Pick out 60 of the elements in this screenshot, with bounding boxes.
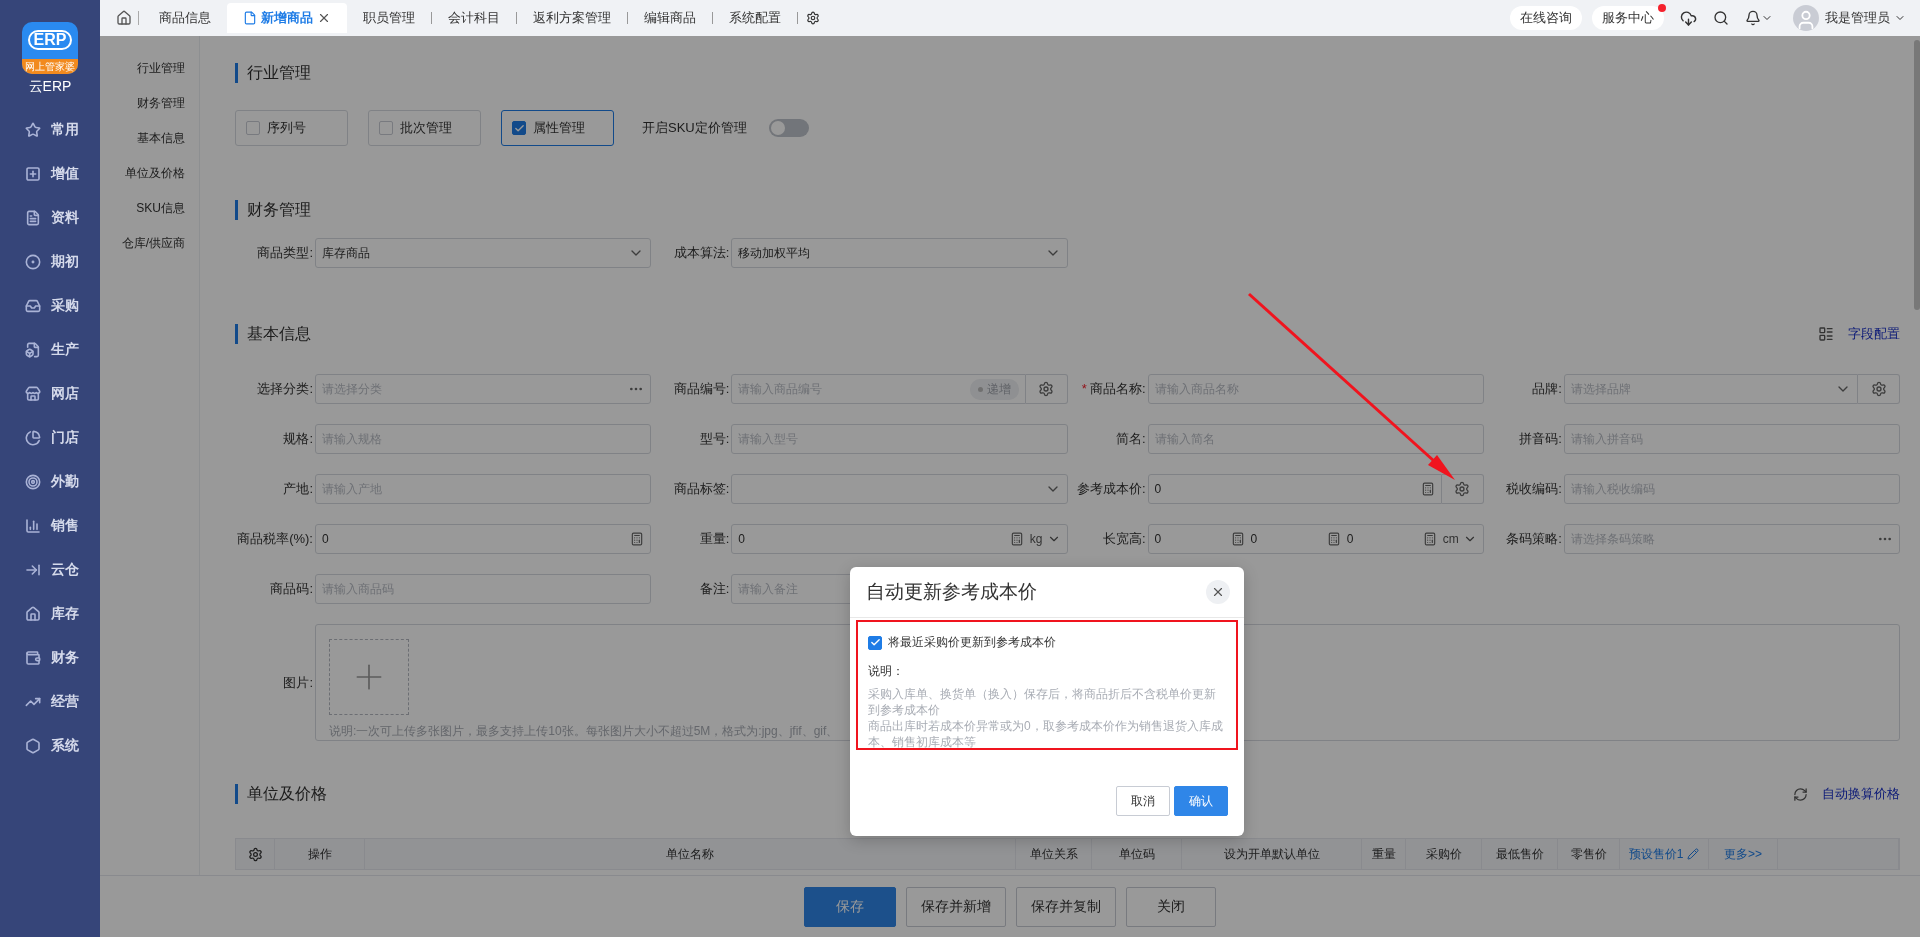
sidebar-item-label: 外勤 <box>51 473 79 491</box>
column-header: 单位名称 <box>365 839 1016 869</box>
sidebar-item-label: 常用 <box>51 121 79 139</box>
checkbox-label: 序列号 <box>267 119 306 137</box>
sidebar-item-label: 资料 <box>51 209 79 227</box>
note-title: 说明： <box>868 663 905 680</box>
column-header: 设为开单默认单位 <box>1182 839 1362 869</box>
field-label: 长宽高: <box>1101 530 1147 548</box>
sidebar-item-label: 系统 <box>51 737 79 755</box>
column-header: 操作 <box>275 839 365 869</box>
sidebar-item-label: 门店 <box>51 429 79 447</box>
sidebar-item-label: 销售 <box>51 517 79 535</box>
field-label: 备注: <box>698 580 731 598</box>
note-text: 采购入库单、换货单（换入）保存后，将商品折后不含税单价更新到参考成本价 <box>868 686 1217 718</box>
sidebar-item-label: 库存 <box>51 605 79 623</box>
field-label: 商品码: <box>269 580 314 598</box>
field-label: 产地: <box>282 480 314 498</box>
column-header: 零售价 <box>1558 839 1620 869</box>
logo: ERP 网上管家婆 <box>22 22 78 74</box>
field-label: 重量: <box>698 530 731 548</box>
sidebar-item-label: 网店 <box>51 385 79 403</box>
field-label: 商品类型: <box>256 244 314 262</box>
checkbox-label: 属性管理 <box>533 119 585 137</box>
section-title: 单位及价格 <box>235 784 327 804</box>
field-label: 拼音码: <box>1518 430 1563 448</box>
sidebar-item-label: 采购 <box>51 297 79 315</box>
field-label: 规格: <box>282 430 314 448</box>
field-label: 图片: <box>282 673 314 692</box>
note-text: 商品出库时若成本价异常或为0，取参考成本价作为销售退货入库成本、销售初库成本等 <box>868 718 1224 750</box>
logo-caption: 云ERP <box>28 78 72 96</box>
field-label: 参考成本价: <box>1075 480 1147 498</box>
field-label: 条码策略: <box>1505 530 1563 548</box>
sidebar-item-label: 云仓 <box>51 561 79 579</box>
column-header: 重量 <box>1362 839 1406 869</box>
sidebar-item-label: 财务 <box>51 649 79 667</box>
field-label: 商品税率(%): <box>236 530 314 548</box>
field-label: 商品标签: <box>672 480 731 498</box>
column-header: 单位关系 <box>1016 839 1092 869</box>
field-label: 简名: <box>1114 430 1147 448</box>
field-label: 品牌: <box>1531 380 1563 398</box>
sidebar-item-label: 经营 <box>51 693 79 711</box>
field-label: 型号: <box>698 430 731 448</box>
sidebar-item-label: 生产 <box>51 341 79 359</box>
column-header: 最低售价 <box>1482 839 1558 869</box>
checkbox-label: 将最近采购价更新到参考成本价 <box>888 634 1056 651</box>
dialog-title: 自动更新参考成本价 <box>866 580 1037 604</box>
column-header: 单位码 <box>1092 839 1182 869</box>
field-label: 税收编码: <box>1505 480 1563 498</box>
field-label: 选择分类: <box>256 380 314 398</box>
section-title: 财务管理 <box>235 200 311 220</box>
section-title: 行业管理 <box>235 63 311 83</box>
toggle-label: 开启SKU定价管理 <box>642 119 747 137</box>
field-label: 成本算法: <box>672 244 731 262</box>
checkbox-label: 批次管理 <box>400 119 452 137</box>
field-label: 商品编号: <box>672 380 731 398</box>
column-header: 采购价 <box>1406 839 1482 869</box>
sidebar-item-label: 期初 <box>51 253 79 271</box>
sidebar-item-label: 增值 <box>51 165 79 183</box>
field-label: * 商品名称: <box>1080 380 1147 398</box>
section-title: 基本信息 <box>235 324 311 344</box>
